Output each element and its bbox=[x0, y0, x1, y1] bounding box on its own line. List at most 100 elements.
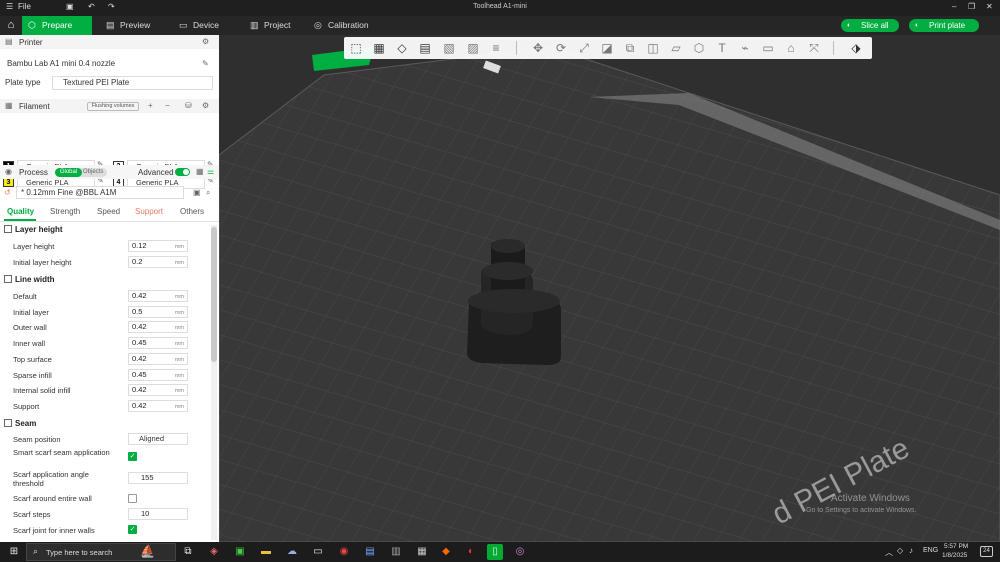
close-icon[interactable]: ✕ bbox=[986, 2, 993, 11]
language-indicator[interactable]: ENG bbox=[923, 547, 938, 554]
lay-on-face-icon[interactable]: ◪ bbox=[598, 39, 616, 57]
windows-start-icon[interactable]: ⊞ bbox=[6, 544, 22, 560]
tab-speed[interactable]: Speed bbox=[97, 207, 120, 216]
support-paint-icon[interactable]: ▱ bbox=[667, 39, 685, 57]
split-objects-icon[interactable]: ▧ bbox=[440, 39, 458, 57]
setting-value-input[interactable]: 0.45 mm bbox=[128, 368, 188, 381]
setting-value-input[interactable]: 0.42 mm bbox=[128, 321, 188, 334]
setting-value-input[interactable]: 0.42 mm bbox=[128, 399, 188, 412]
seam-position-select[interactable]: Aligned bbox=[128, 433, 188, 445]
store-icon[interactable]: ▣ bbox=[232, 544, 248, 560]
taskbar-search[interactable]: ⌕ Type here to search ⛵ bbox=[26, 543, 176, 561]
copilot-icon[interactable]: ◈ bbox=[206, 544, 222, 560]
view-icon[interactable]: ⬗ bbox=[847, 39, 865, 57]
search-icon[interactable]: ⌕ bbox=[206, 188, 210, 198]
sync-icon[interactable]: ⛁ bbox=[185, 101, 192, 110]
rotate-icon[interactable]: ⟳ bbox=[552, 39, 570, 57]
tab-others[interactable]: Others bbox=[180, 207, 204, 216]
app-icon-3[interactable]: ▦ bbox=[414, 544, 430, 560]
setting-value-input[interactable]: 0.2 mm bbox=[128, 256, 188, 268]
chrome-icon[interactable]: ◉ bbox=[336, 544, 352, 560]
setting-unit: mm bbox=[174, 372, 184, 379]
mesh-boolean-icon[interactable]: ◫ bbox=[644, 39, 662, 57]
bambu-studio-icon[interactable]: ▯ bbox=[487, 544, 503, 560]
clock-date[interactable]: 1/8/2025 bbox=[942, 552, 967, 559]
restore-icon[interactable]: ❐ bbox=[968, 2, 975, 11]
scarf-angle-input[interactable]: 155 bbox=[128, 472, 188, 484]
build-plate-canvas[interactable]: d PEI Plate Activate Windows Go to Setti… bbox=[219, 35, 1000, 542]
flushing-volumes-button[interactable]: Flushing volumes bbox=[87, 102, 139, 111]
layers-icon[interactable]: ≡ bbox=[487, 39, 505, 57]
tray-chevron-icon[interactable]: ︿ bbox=[885, 547, 893, 558]
scarf-steps-input[interactable]: 10 bbox=[128, 508, 188, 520]
remove-filament-icon[interactable]: − bbox=[165, 101, 170, 110]
tab-project[interactable]: ▥ Project bbox=[244, 16, 314, 35]
weather-icon[interactable]: ☁ bbox=[284, 544, 300, 560]
task-view-icon[interactable]: ⧉ bbox=[180, 544, 196, 560]
tab-prepare[interactable]: ⬡ Prepare bbox=[22, 16, 92, 35]
scarf-around-checkbox[interactable] bbox=[128, 494, 137, 503]
app-icon-2[interactable]: ▥ bbox=[388, 544, 404, 560]
setting-value-input[interactable]: 0.42 mm bbox=[128, 290, 188, 302]
app-icon-1[interactable]: ▤ bbox=[362, 544, 378, 560]
move-icon[interactable]: ✥ bbox=[529, 39, 547, 57]
text-icon[interactable]: T bbox=[713, 39, 731, 57]
print-plate-button[interactable]: ◐ Print plate bbox=[909, 19, 979, 32]
tab-quality[interactable]: Quality bbox=[7, 207, 34, 216]
tune-icon[interactable]: ⚌ bbox=[207, 167, 214, 176]
orient-icon[interactable]: ◇ bbox=[393, 39, 411, 57]
arrange-icon[interactable]: ▤ bbox=[416, 39, 434, 57]
edit-printer-icon[interactable]: ✎ bbox=[202, 59, 209, 68]
home-icon[interactable]: ⌂ bbox=[0, 16, 22, 35]
smart-scarf-checkbox[interactable]: ✓ bbox=[128, 452, 137, 461]
terminal-icon[interactable]: ▭ bbox=[310, 544, 326, 560]
assembly-icon[interactable]: ⤧ bbox=[805, 39, 823, 57]
setting-value-input[interactable]: 0.42 mm bbox=[128, 384, 188, 397]
app-icon-5[interactable]: ◎ bbox=[512, 544, 528, 560]
setting-value-input[interactable]: 0.5 mm bbox=[128, 305, 188, 318]
measure-icon[interactable]: ▭ bbox=[759, 39, 777, 57]
app-icon-4[interactable]: ◐ bbox=[463, 544, 479, 560]
tab-strength[interactable]: Strength bbox=[50, 207, 80, 216]
gear-icon[interactable]: ⚙ bbox=[202, 37, 209, 46]
tab-preview[interactable]: ▤ Preview bbox=[100, 16, 170, 35]
brave-icon[interactable]: ◆ bbox=[438, 544, 454, 560]
volume-icon[interactable]: ♪ bbox=[909, 546, 913, 555]
settings-scrollbar-thumb[interactable] bbox=[211, 227, 217, 362]
setting-value-input[interactable]: 0.12 mm bbox=[128, 240, 188, 252]
network-icon[interactable]: ◇ bbox=[897, 546, 903, 555]
minimize-icon[interactable]: – bbox=[952, 2, 956, 11]
setting-value-input[interactable]: 0.45 mm bbox=[128, 337, 188, 350]
filament-settings-icon[interactable]: ⚙ bbox=[202, 101, 209, 110]
slice-all-button[interactable]: ◐ Slice all bbox=[841, 19, 899, 32]
scale-icon[interactable]: ⤢ bbox=[575, 39, 593, 57]
cut-icon[interactable]: ⧉ bbox=[621, 39, 639, 57]
global-objects-toggle[interactable]: Global Objects bbox=[55, 168, 107, 177]
notification-badge[interactable]: 24 bbox=[980, 546, 993, 557]
global-tab[interactable]: Global bbox=[55, 168, 82, 177]
split-parts-icon[interactable]: ▨ bbox=[464, 39, 482, 57]
file-explorer-icon[interactable]: ▬ bbox=[258, 544, 274, 560]
process-preset-select[interactable]: * 0.12mm Fine @BBL A1M bbox=[16, 186, 184, 199]
tab-calibration[interactable]: ◎ Calibration bbox=[308, 16, 388, 35]
add-plate-icon[interactable]: ▦ bbox=[370, 39, 388, 57]
reset-icon[interactable]: ↺ bbox=[4, 188, 11, 197]
objects-tab[interactable]: Objects bbox=[83, 168, 103, 177]
emboss-icon[interactable]: ⌂ bbox=[782, 39, 800, 57]
save-preset-icon[interactable]: ▣ bbox=[193, 188, 201, 197]
add-filament-icon[interactable]: + bbox=[148, 101, 153, 110]
compare-icon[interactable]: ▦ bbox=[196, 167, 204, 176]
tab-support[interactable]: Support bbox=[135, 207, 163, 216]
plate-type-select[interactable]: Textured PEI Plate bbox=[52, 76, 213, 90]
clock-time[interactable]: 5:57 PM bbox=[944, 543, 968, 550]
settings-scrollbar-track[interactable] bbox=[211, 225, 217, 540]
fuzzy-skin-icon[interactable]: ⌁ bbox=[736, 39, 754, 57]
tab-device[interactable]: ▭ Device bbox=[173, 16, 243, 35]
3d-viewport[interactable]: d PEI Plate Activate Windows Go to Setti… bbox=[219, 35, 1000, 542]
printer-select[interactable]: Bambu Lab A1 mini 0.4 nozzle bbox=[3, 58, 199, 71]
seam-paint-icon[interactable]: ⬡ bbox=[690, 39, 708, 57]
advanced-toggle[interactable] bbox=[175, 168, 190, 176]
scarf-inner-checkbox[interactable]: ✓ bbox=[128, 525, 137, 534]
setting-value-input[interactable]: 0.42 mm bbox=[128, 352, 188, 365]
add-object-icon[interactable]: ⬚ bbox=[347, 39, 365, 57]
